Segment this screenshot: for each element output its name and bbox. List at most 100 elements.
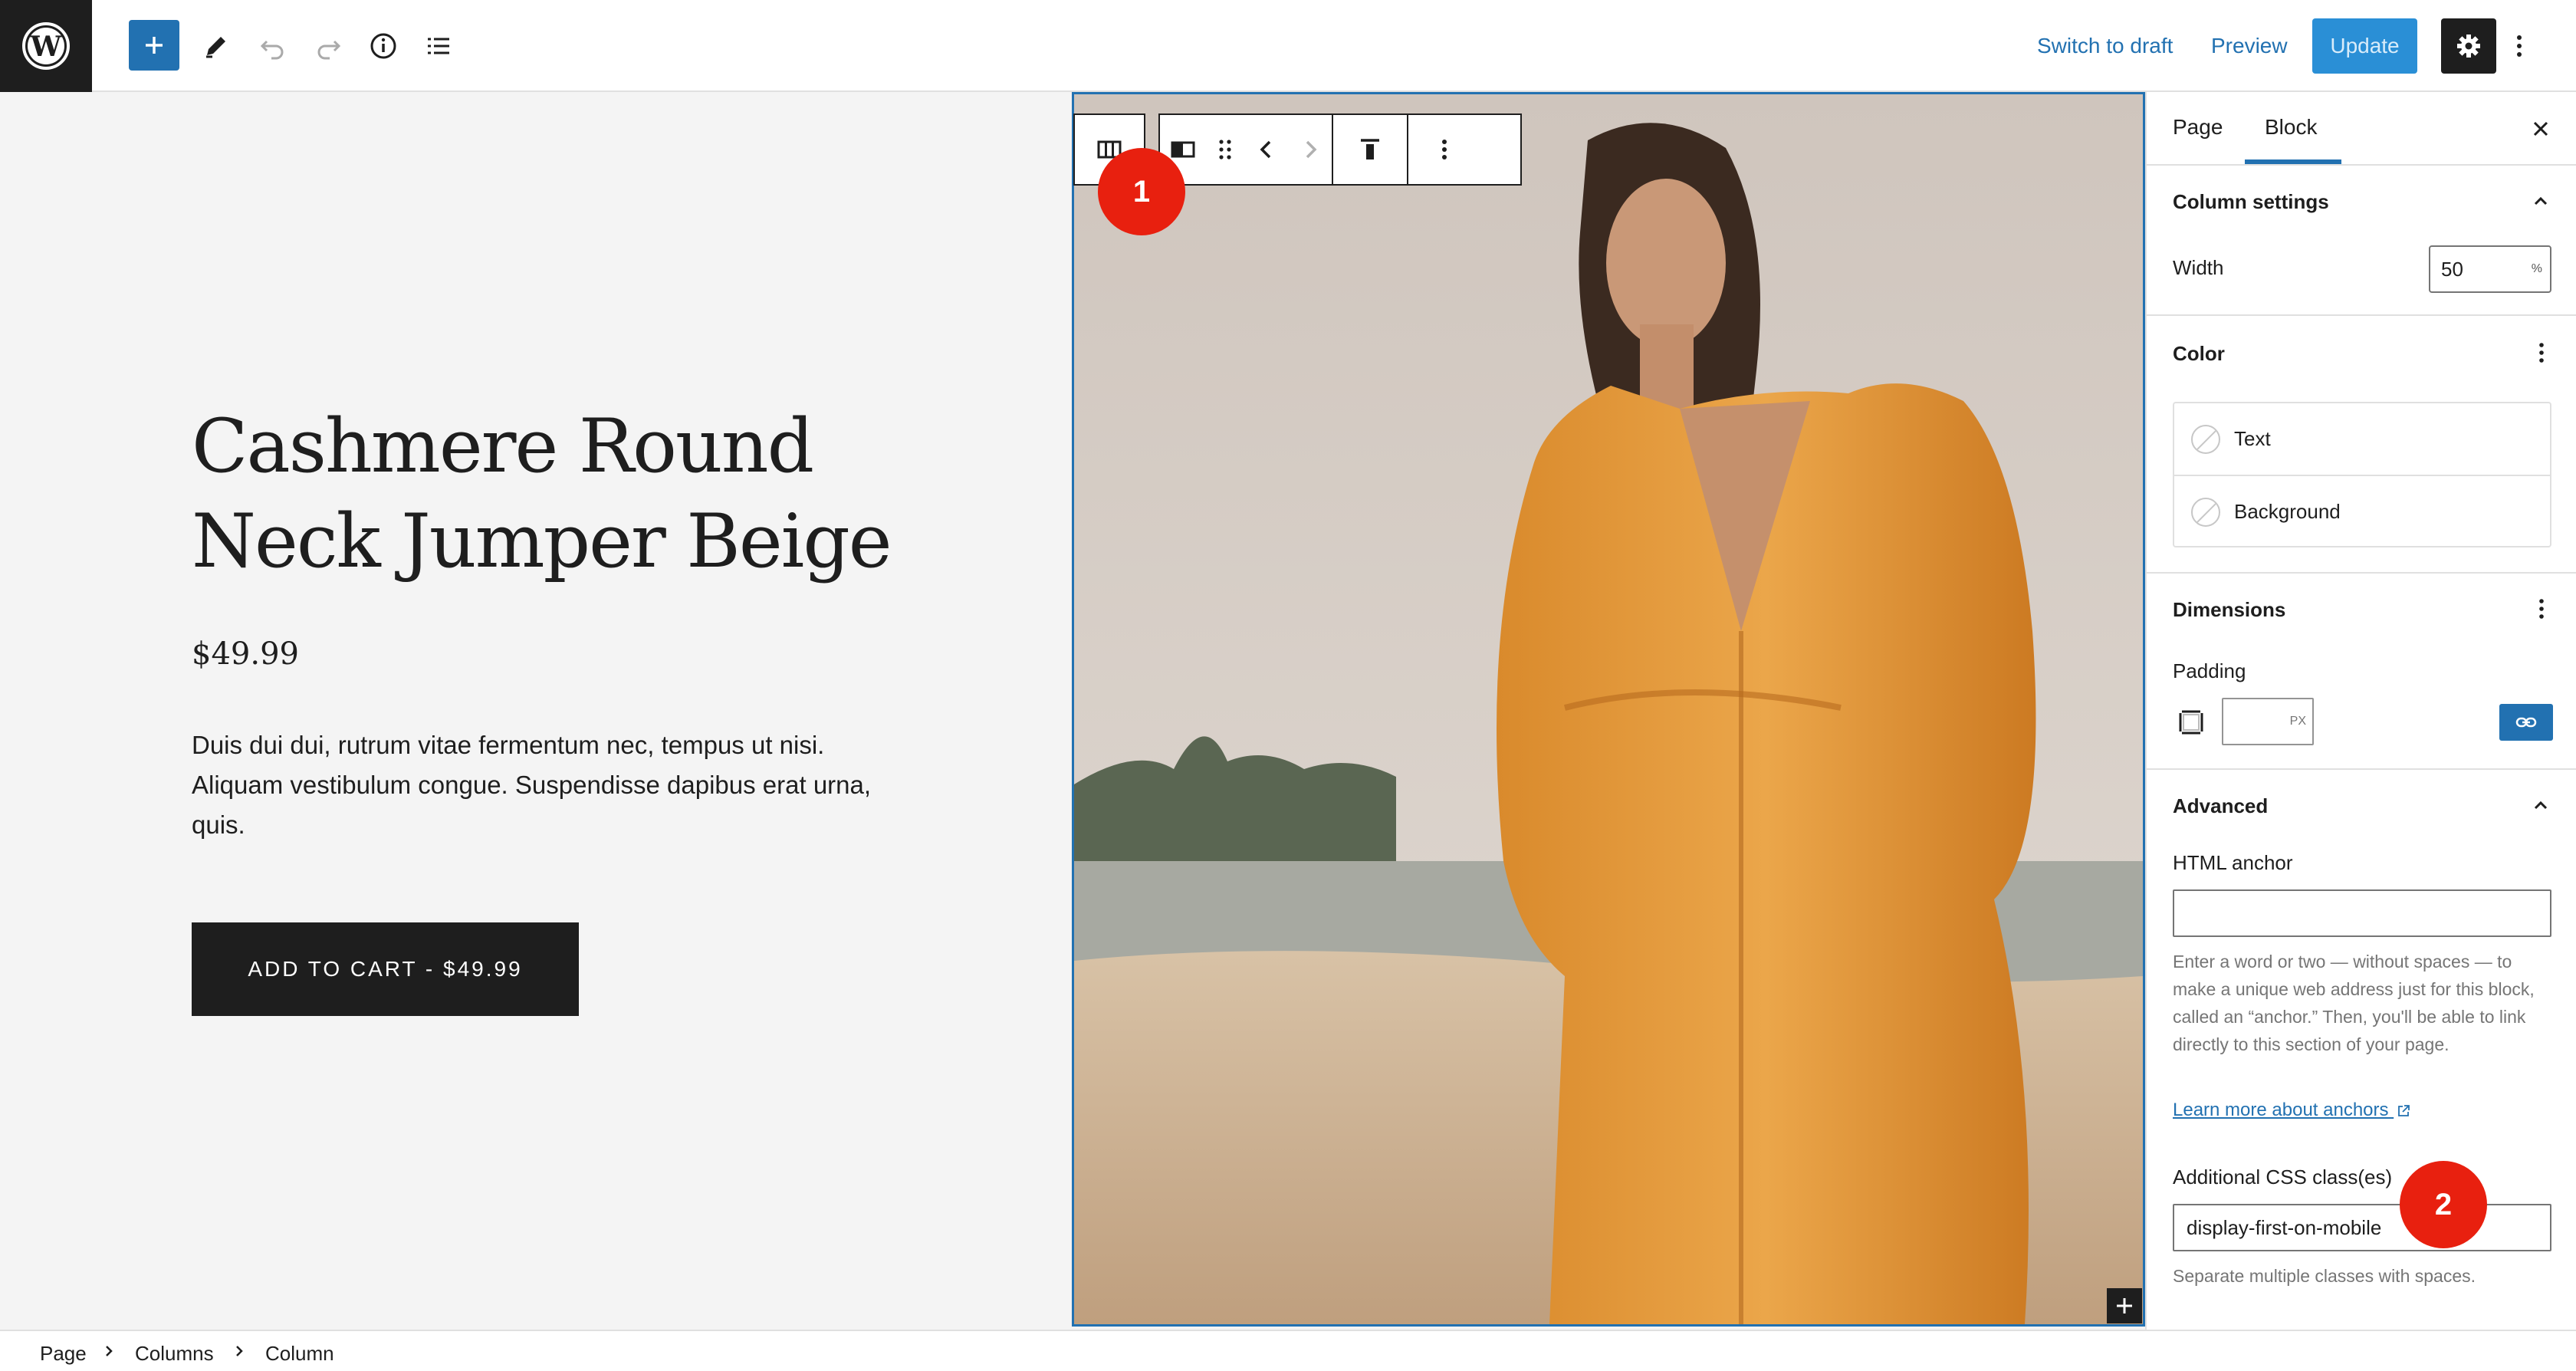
update-button[interactable]: Update (2312, 18, 2417, 74)
breadcrumb-column[interactable]: Column (265, 1342, 334, 1366)
chevron-left-icon (1257, 136, 1276, 163)
preview-button[interactable]: Preview (2211, 29, 2288, 63)
padding-label: Padding (2173, 659, 2246, 682)
move-right-button[interactable] (1289, 115, 1332, 184)
append-block-button[interactable] (2107, 1288, 2142, 1323)
product-title-line-1: Cashmere Round (192, 403, 814, 489)
css-class-label: Additional CSS class(es) (2173, 1166, 2393, 1189)
column-icon (1169, 136, 1197, 163)
external-link-icon (2397, 1104, 2410, 1118)
width-input[interactable]: 50 % (2429, 245, 2551, 293)
block-options-button[interactable] (1408, 115, 1480, 184)
width-unit: % (2531, 262, 2542, 275)
tools-button[interactable] (189, 18, 244, 74)
chevron-right-icon (101, 1340, 117, 1362)
editor-canvas: Cashmere Round Neck Jumper Beige $49.99 … (0, 92, 2145, 1330)
close-sidebar-button[interactable] (2522, 110, 2559, 147)
annotation-badge-2: 2 (2400, 1161, 2487, 1248)
vertical-ellipsis-icon (1440, 136, 1449, 163)
annotation-badge-1: 1 (1098, 148, 1185, 235)
settings-sidebar: Page Block Column settings Width 50 % Co… (2145, 92, 2576, 1330)
collapse-advanced-button[interactable] (2527, 791, 2555, 819)
padding-input[interactable]: PX (2222, 698, 2314, 745)
learn-more-anchors-link[interactable]: Learn more about anchors (2173, 1100, 2410, 1121)
drag-handle-icon (1216, 136, 1234, 163)
empty-swatch-icon (2191, 424, 2220, 454)
text-color-label: Text (2234, 427, 2271, 450)
color-options-button[interactable] (2530, 337, 2553, 368)
vertical-ellipsis-icon (2538, 596, 2545, 622)
width-value: 50 (2441, 258, 2463, 281)
chevron-up-icon (2530, 190, 2551, 212)
panel-divider (2147, 768, 2576, 770)
editor-top-bar: W Switch to draft Preview Update (0, 0, 2576, 92)
product-price[interactable]: $49.99 (192, 636, 299, 672)
anchor-help-text: Enter a word or two — without spaces — t… (2173, 952, 2535, 1054)
column-settings-title[interactable]: Column settings (2173, 190, 2329, 214)
panel-divider (2147, 572, 2576, 574)
padding-unit: PX (2289, 715, 2306, 728)
padding-sides-button[interactable] (2174, 705, 2208, 739)
tab-block[interactable]: Block (2265, 115, 2317, 140)
learn-more-label: Learn more about anchors (2173, 1100, 2389, 1120)
unlink-sides-button[interactable] (2499, 704, 2553, 741)
color-title: Color (2173, 342, 2225, 365)
add-to-cart-button[interactable]: ADD TO CART - $49.99 (192, 922, 579, 1016)
chevron-up-icon (2530, 794, 2551, 816)
switch-to-draft-button[interactable]: Switch to draft (2037, 29, 2173, 63)
breadcrumb-page[interactable]: Page (40, 1342, 87, 1366)
chevron-right-icon (1301, 136, 1319, 163)
width-label: Width (2173, 256, 2224, 279)
gear-icon (2453, 31, 2484, 61)
background-color-option[interactable]: Background (2174, 476, 2550, 547)
background-color-label: Background (2234, 500, 2341, 523)
plus-icon (2114, 1295, 2135, 1317)
sidebar-tabs: Page Block (2147, 92, 2576, 166)
drag-button[interactable] (1206, 115, 1244, 184)
advanced-title[interactable]: Advanced (2173, 794, 2268, 818)
block-toolbar (1158, 113, 1522, 186)
panel-divider (2147, 314, 2576, 316)
color-settings-group: Text Background (2173, 402, 2551, 547)
link-icon (2515, 715, 2537, 730)
breadcrumb-columns[interactable]: Columns (135, 1342, 214, 1366)
product-title[interactable]: Cashmere Round Neck Jumper Beige (192, 399, 943, 589)
html-anchor-label: HTML anchor (2173, 851, 2293, 874)
collapse-column-settings-button[interactable] (2527, 187, 2555, 215)
details-button[interactable] (356, 18, 411, 74)
dimensions-options-button[interactable] (2530, 593, 2553, 624)
plus-icon (142, 33, 166, 58)
vertical-ellipsis-icon (2515, 31, 2524, 61)
active-tab-indicator (2245, 159, 2341, 164)
svg-text:W: W (30, 31, 62, 63)
wordpress-logo-button[interactable]: W (0, 0, 92, 92)
product-title-line-2: Neck Jumper Beige (192, 498, 892, 584)
tab-page[interactable]: Page (2173, 115, 2223, 140)
redo-button[interactable] (301, 18, 356, 74)
wordpress-logo-icon: W (21, 21, 71, 71)
html-anchor-input[interactable] (2173, 889, 2551, 937)
selected-image-column[interactable] (1072, 92, 2145, 1327)
chevron-right-icon (232, 1340, 247, 1362)
product-image (1074, 94, 2143, 1324)
settings-button[interactable] (2441, 18, 2496, 74)
move-left-button[interactable] (1244, 115, 1289, 184)
product-description[interactable]: Duis dui dui, rutrum vitae fermentum nec… (192, 725, 882, 845)
undo-button[interactable] (245, 18, 301, 74)
css-class-input[interactable]: display-first-on-mobile (2173, 1204, 2551, 1251)
list-view-icon (423, 31, 454, 61)
add-block-button[interactable] (129, 20, 179, 71)
vertical-ellipsis-icon (2538, 340, 2545, 366)
list-view-button[interactable] (411, 18, 466, 74)
redo-icon (313, 31, 343, 61)
vertical-align-button[interactable] (1333, 115, 1407, 184)
options-button[interactable] (2496, 18, 2542, 74)
block-breadcrumb: Page Columns Column (0, 1330, 2576, 1371)
css-help-text: Separate multiple classes with spaces. (2173, 1266, 2476, 1286)
info-icon (368, 31, 399, 61)
box-sides-icon (2177, 709, 2205, 736)
empty-swatch-icon (2191, 497, 2220, 527)
pencil-icon (201, 31, 232, 61)
text-color-option[interactable]: Text (2174, 403, 2550, 476)
align-top-icon (1356, 136, 1384, 163)
